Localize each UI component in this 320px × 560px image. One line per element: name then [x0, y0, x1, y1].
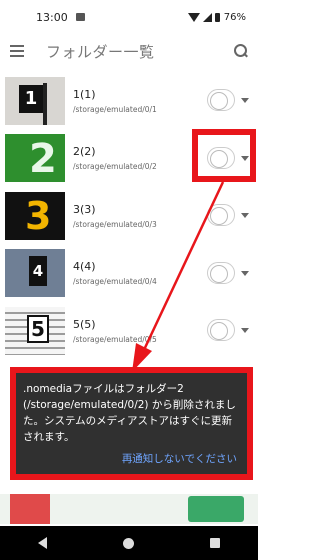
page-title: フォルダー一覧 [46, 42, 155, 61]
folder-list: 1 1(1) /storage/emulated/0/1 2 2(2) /sto… [0, 72, 258, 360]
folder-thumbnail: 1 [5, 76, 65, 125]
folder-thumbnail: 3 [5, 191, 65, 240]
dont-notify-again-button[interactable]: 再通知しないでください [122, 451, 237, 466]
status-bar: 13:00 76% [0, 0, 258, 34]
battery-level: 76% [223, 11, 246, 23]
app-bar: フォルダー一覧 [0, 34, 258, 68]
chevron-down-icon[interactable] [241, 328, 249, 333]
hide-toggle[interactable] [207, 204, 235, 226]
folder-thumbnail: 2 [5, 134, 65, 183]
snackbar-message: .nomediaファイルはフォルダー2 (/storage/emulated/0… [23, 383, 236, 443]
folder-thumbnail: 4 [5, 249, 65, 298]
snackbar: .nomediaファイルはフォルダー2 (/storage/emulated/0… [10, 367, 253, 480]
folder-row-4[interactable]: 4 4(4) /storage/emulated/0/4 [0, 245, 258, 303]
gmail-notification-icon [75, 13, 85, 21]
hide-toggle[interactable] [207, 89, 235, 111]
hide-toggle[interactable] [207, 261, 235, 284]
chevron-down-icon[interactable] [241, 98, 249, 103]
status-icons: 76% [187, 11, 246, 23]
folder-row-1[interactable]: 1 1(1) /storage/emulated/0/1 [0, 72, 258, 130]
search-icon[interactable] [234, 44, 248, 58]
chevron-down-icon[interactable] [241, 270, 249, 276]
folder-row-3[interactable]: 3 3(3) /storage/emulated/0/3 [0, 187, 258, 245]
hide-toggle[interactable] [207, 319, 235, 341]
back-icon[interactable] [38, 537, 47, 549]
wifi-icon [187, 12, 200, 22]
signal-icon [202, 12, 212, 22]
folder-row-5[interactable]: 5 5(5) /storage/emulated/0/5 [0, 302, 258, 360]
home-icon[interactable] [123, 537, 134, 549]
folder-thumbnail: 5 [5, 306, 65, 355]
recents-icon[interactable] [210, 538, 220, 548]
hamburger-menu-icon[interactable] [10, 45, 24, 57]
battery-icon [214, 12, 220, 22]
chevron-down-icon[interactable] [241, 213, 249, 218]
status-time: 13:00 [36, 10, 68, 24]
partially-hidden-row [0, 494, 258, 524]
system-nav-bar [0, 526, 258, 560]
highlight-box [192, 129, 256, 182]
